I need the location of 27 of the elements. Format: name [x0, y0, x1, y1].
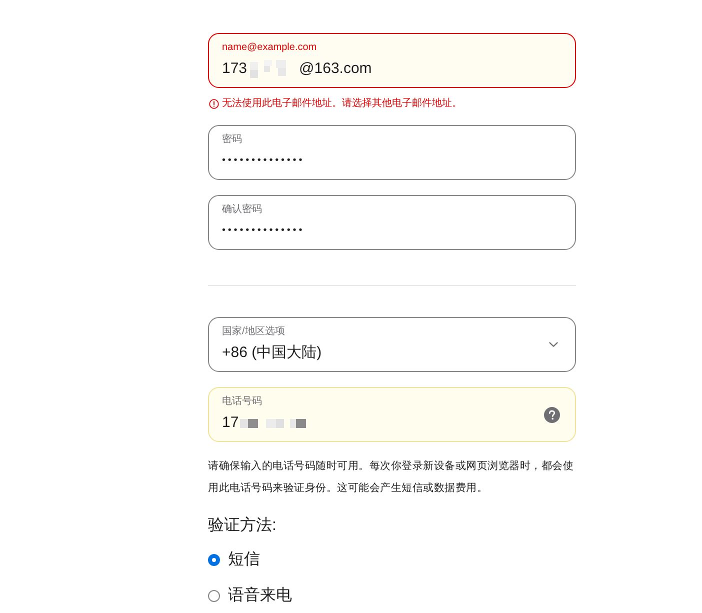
password-dots: ••••••••••••••	[222, 224, 305, 238]
password-dots: ••••••••••••••	[222, 154, 305, 168]
field-value: +86 (中国大陆)	[222, 342, 322, 362]
chevron-down-icon	[549, 342, 558, 347]
field-label: 电话号码	[222, 396, 263, 408]
phone-field[interactable]: 电话号码 17	[208, 387, 576, 442]
field-value: @163.com	[299, 58, 372, 78]
field-label: 确认密码	[222, 204, 263, 216]
field-label: 国家/地区选项	[222, 326, 286, 338]
section-title: 验证方法:	[208, 516, 278, 536]
error-message: 无法使用此电子邮件地址。请选择其他电子邮件地址。	[222, 98, 462, 110]
field-label: 密码	[222, 134, 243, 146]
radio-button[interactable]	[208, 554, 220, 566]
country-select[interactable]: 国家/地区选项 +86 (中国大陆)	[208, 317, 576, 372]
error-icon	[209, 99, 219, 109]
radio-button[interactable]	[208, 590, 220, 602]
password-field[interactable]: 密码 ••••••••••••••	[208, 125, 576, 180]
field-value: 173	[222, 58, 248, 78]
email-field[interactable]: name@example.com 173 @163.com	[208, 33, 576, 88]
help-icon	[544, 406, 560, 422]
phone-note: 请确保输入的电话号码随时可用。每次你登录新设备或网页浏览器时，都会使用此电话号码来验证身份。这可能会产生短信或数据费用。	[208, 459, 574, 496]
field-value: 17	[222, 412, 239, 432]
radio-label[interactable]: 短信	[228, 550, 260, 570]
password-field[interactable]: 确认密码 ••••••••••••••	[208, 195, 576, 250]
pixelation-drawing	[240, 416, 308, 428]
radio-label[interactable]: 语音来电	[228, 586, 292, 606]
field-label: name@example.com	[222, 42, 318, 54]
